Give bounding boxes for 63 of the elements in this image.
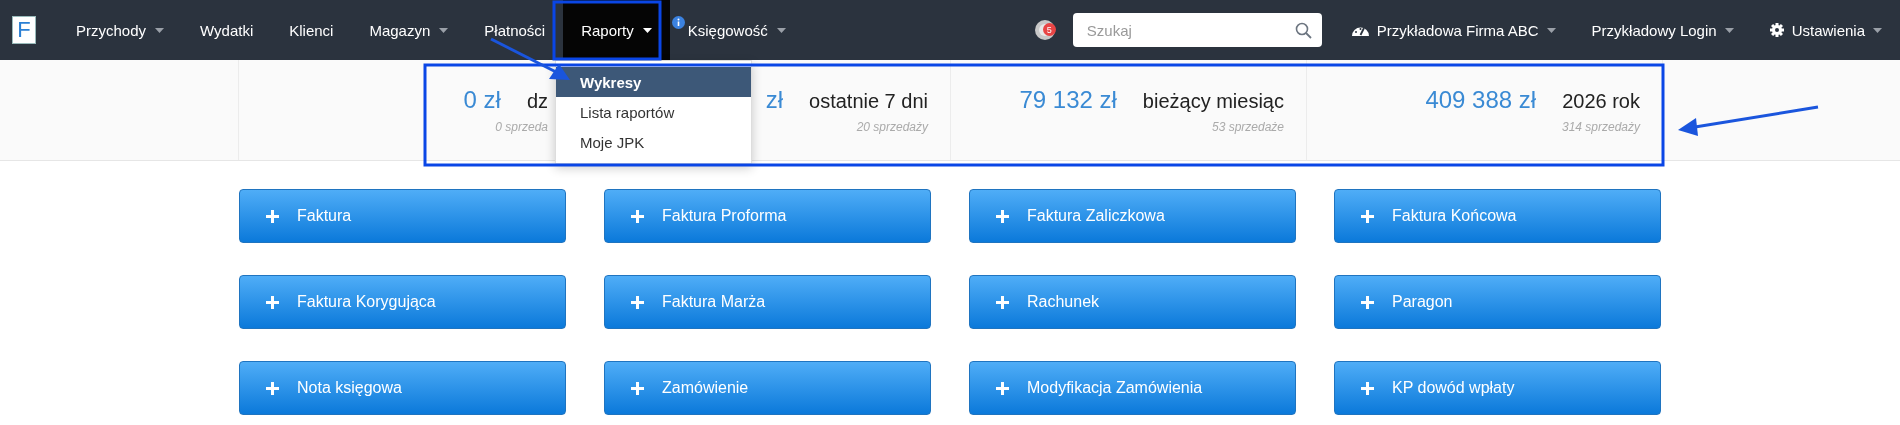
caret-icon — [642, 27, 652, 33]
stat-label: 2026 rok — [1562, 90, 1640, 113]
add-document-button[interactable]: Faktura — [239, 189, 566, 243]
search-field[interactable]: Szukaj — [1086, 13, 1295, 47]
plus-icon — [1361, 209, 1374, 223]
info-icon — [671, 16, 685, 29]
stat-value: 79 132 zł — [1019, 86, 1117, 114]
plus-icon — [1361, 295, 1374, 309]
nav-item[interactable]: Wydatki — [182, 0, 272, 60]
search-icon — [1294, 21, 1312, 39]
stat-label: dz — [526, 90, 548, 113]
caret-icon — [1873, 27, 1882, 33]
search-box[interactable]: Szukaj — [1072, 13, 1322, 47]
plus-icon — [996, 295, 1009, 309]
add-document-button[interactable]: KP dowód wpłaty — [1334, 361, 1661, 415]
nav-item[interactable]: Księgowość — [669, 0, 804, 60]
stat-value: 0 zł — [463, 86, 501, 114]
nav-item[interactable]: Magazyn — [351, 0, 467, 60]
stat-label: ostatnie 7 dni — [809, 90, 928, 113]
stat-value: zł — [765, 86, 783, 114]
add-document-button[interactable]: Nota księgowa — [239, 361, 566, 415]
sales-count: 0 sprzeda — [495, 120, 548, 134]
caret-icon — [1546, 27, 1556, 33]
add-document-button[interactable]: Rachunek — [969, 275, 1296, 329]
menu-item[interactable]: Wykresy — [556, 67, 751, 97]
logo[interactable]: F — [12, 16, 36, 44]
sales-count: 314 sprzedaży — [1561, 120, 1640, 134]
add-document-button[interactable]: Faktura Marża — [604, 275, 931, 329]
nav-item[interactable]: Płatności — [466, 0, 564, 60]
caret-icon — [1724, 27, 1734, 33]
plus-icon — [996, 381, 1009, 395]
plus-icon — [1361, 381, 1374, 395]
nav-item[interactable]: Przychody — [58, 0, 183, 60]
add-document-button[interactable]: Faktura Zaliczkowa — [969, 189, 1296, 243]
menu-item[interactable]: Moje JPK — [556, 127, 751, 157]
caret-icon — [776, 27, 786, 33]
add-document-button[interactable]: Paragon — [1334, 275, 1661, 329]
nav-menu[interactable]: Ustawienia — [1751, 0, 1900, 60]
nav-item[interactable]: Klienci — [271, 0, 352, 60]
caret-icon — [155, 27, 165, 33]
plus-icon — [631, 381, 644, 395]
add-document-button[interactable]: Zamówienie — [604, 361, 931, 415]
nav-menu[interactable]: Przykładowy Login — [1573, 0, 1752, 60]
plus-icon — [631, 209, 644, 223]
nav-menu[interactable]: Przykładowa Firma ABC — [1333, 0, 1574, 60]
settings-icon — [1769, 23, 1784, 37]
menu-item[interactable]: Lista raportów — [556, 97, 751, 127]
plus-icon — [266, 209, 279, 223]
add-document-button[interactable]: Faktura Proforma — [604, 189, 931, 243]
sales-count: 20 sprzedaży — [856, 120, 928, 134]
caret-icon — [439, 27, 449, 33]
sales-count: 53 sprzedaże — [1211, 120, 1284, 134]
notification-icon[interactable]: 5 — [1032, 18, 1057, 42]
plus-icon — [266, 295, 279, 309]
add-document-button[interactable]: Modyfikacja Zamówienia — [969, 361, 1296, 415]
plus-icon — [266, 381, 279, 395]
add-document-button[interactable]: Faktura Korygująca — [239, 275, 566, 329]
plus-icon — [631, 295, 644, 309]
stat-value: 409 388 zł — [1425, 86, 1537, 114]
add-document-button[interactable]: Faktura Końcowa — [1334, 189, 1661, 243]
plus-icon — [996, 209, 1009, 223]
stat-label: bieżący miesiąc — [1142, 90, 1284, 113]
nav-item[interactable]: Raporty — [563, 0, 670, 60]
